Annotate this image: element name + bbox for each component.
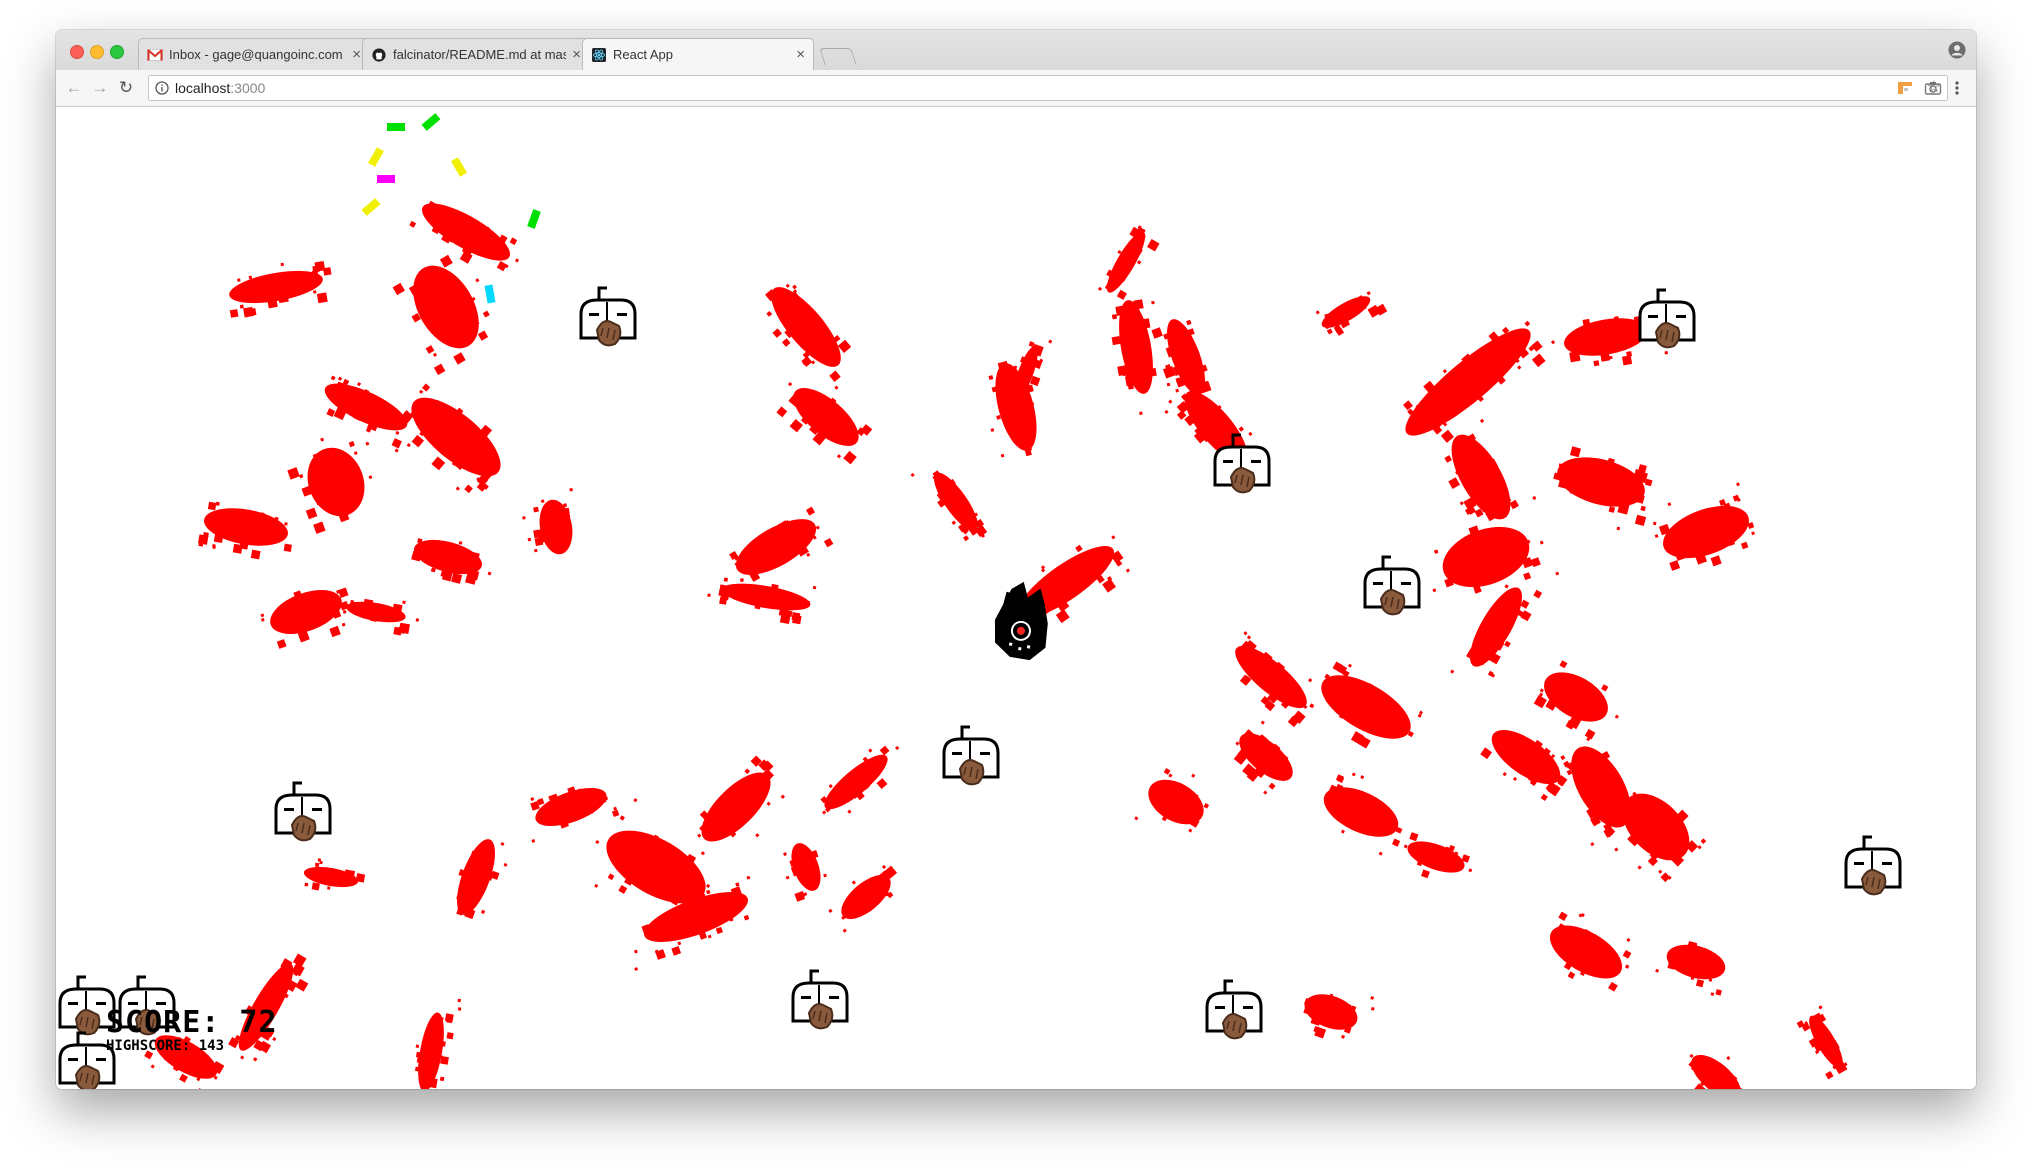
profile-icon[interactable] [1948,41,1966,59]
blood-splatters [144,200,1848,1089]
splatter [1097,225,1160,300]
tab-gmail[interactable]: Inbox - gage@quangoinc.com × [138,38,370,70]
extension-icon[interactable] [1896,79,1914,97]
splatter [1796,1005,1848,1080]
splatter [988,360,1037,458]
tab-title: Inbox - gage@quangoinc.com [169,47,343,62]
score-label: SCORE: 72 [106,1005,278,1040]
camera-icon[interactable] [1924,79,1942,97]
splatter [287,437,373,534]
tab-title: falcinator/README.md at mas [393,47,567,62]
splatter [1235,631,1313,728]
splatter [1303,993,1375,1039]
splatter [1654,482,1755,571]
game-canvas[interactable] [56,107,1976,1089]
mailbox-enemy-icon [942,725,1000,786]
splatter [1309,661,1423,749]
splatter [820,745,900,815]
react-icon [592,47,606,62]
splatter [1533,660,1619,742]
particle [421,113,441,131]
gmail-icon [147,48,163,61]
splatter [776,382,873,465]
address-bar[interactable]: localhost:3000 ☆ [148,75,1948,101]
splatter [1233,720,1293,795]
splatter [1315,291,1388,336]
splatter [697,755,786,856]
splatter [1549,911,1632,992]
new-tab-button[interactable] [819,48,857,65]
splatter [456,839,508,920]
url-port: :3000 [230,80,266,96]
tab-github[interactable]: falcinator/README.md at mas × [362,38,590,70]
info-icon[interactable] [155,81,169,95]
tab-strip: Inbox - gage@quangoinc.com × falcinator/… [56,30,1976,70]
score-hud: SCORE: 72 HIGHSCORE: 143 [106,1005,278,1054]
splatter [303,858,366,891]
highscore-label: HIGHSCORE: 143 [106,1038,225,1054]
particle [377,175,395,183]
splatter [1532,446,1657,531]
splatter [530,786,620,843]
particle [451,157,467,177]
splatter [828,864,898,933]
splatter [1450,584,1543,678]
particle [484,284,496,304]
window-minimize-button[interactable] [90,45,104,59]
tab-close-icon[interactable]: × [796,46,805,63]
forward-button[interactable]: → [90,78,110,98]
particle [527,209,541,229]
browser-toolbar: ← → ↻ localhost:3000 ☆ [56,70,1976,107]
splatter [392,254,490,376]
splatter [783,843,827,902]
splatter [197,501,292,560]
menu-kebab-icon[interactable] [1948,79,1966,97]
url-text: localhost:3000 [175,76,265,100]
game-viewport[interactable]: SCORE: 72 HIGHSCORE: 143 [56,107,1976,1089]
splatter [522,487,573,555]
mailbox-enemy-icon [1363,555,1421,616]
mailbox-enemy-icon [1844,835,1902,896]
splatter [910,470,988,542]
tab-title: React App [613,47,673,62]
splatter [260,587,350,649]
splatter [1480,729,1576,801]
splatter [1403,832,1473,879]
url-host: localhost [175,80,231,96]
splatter [1688,1053,1744,1089]
splatter [411,538,492,585]
splatter [1432,525,1560,594]
mailbox-enemy-icon [1205,979,1263,1040]
tab-react-app[interactable]: React App × [582,38,814,70]
particle [361,198,381,216]
tab-close-icon[interactable]: × [352,46,361,63]
tab-close-icon[interactable]: × [572,46,581,63]
splatter [1655,940,1726,996]
github-icon [372,47,386,62]
mailbox-enemy-icon [579,286,637,347]
splatter [414,998,462,1089]
splatter [229,260,332,318]
mailbox-enemy-icon [274,781,332,842]
browser-window: Inbox - gage@quangoinc.com × falcinator/… [56,30,1976,1089]
mailbox-enemy-icon [791,969,849,1030]
back-button[interactable]: ← [64,78,84,98]
splatter [1323,772,1403,856]
splatter [1111,299,1171,415]
splatter [1403,320,1556,443]
mailbox-enemy-icon [1638,288,1696,349]
splatter [400,383,501,494]
splatter [707,577,817,625]
window-maximize-button[interactable] [110,45,124,59]
window-close-button[interactable] [70,45,84,59]
particle [387,123,405,131]
splatter [1134,768,1210,833]
splatter [342,598,420,636]
particle [368,147,384,167]
reload-button[interactable]: ↻ [116,78,136,98]
splatter [765,283,852,382]
